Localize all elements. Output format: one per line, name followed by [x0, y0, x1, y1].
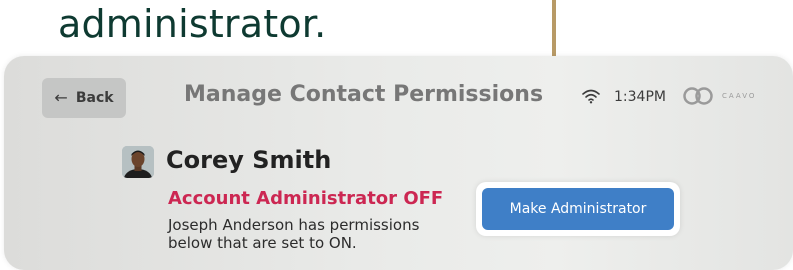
admin-status-label: Account Administrator OFF — [168, 188, 444, 209]
permissions-description: Joseph Anderson has permissions below th… — [168, 216, 420, 252]
page-title: Manage Contact Permissions — [184, 82, 544, 107]
contact-name: Corey Smith — [166, 146, 332, 174]
make-administrator-button[interactable]: Make Administrator — [482, 188, 674, 230]
status-time: 1:34PM — [614, 89, 666, 105]
back-button-label: Back — [75, 90, 114, 106]
back-button[interactable]: ← Back — [42, 78, 126, 118]
make-administrator-focus-ring: Make Administrator — [476, 182, 680, 236]
caavo-logo-icon — [683, 87, 713, 105]
arrow-left-icon: ← — [54, 88, 68, 107]
caavo-logo: CAAVO — [682, 86, 756, 106]
caption-text: administrator. — [58, 2, 327, 46]
caavo-logo-text: CAAVO — [722, 92, 757, 100]
avatar — [122, 146, 154, 178]
tv-screen-panel: ← Back Manage Contact Permissions 1:34PM… — [4, 56, 793, 270]
wifi-icon — [582, 89, 600, 104]
